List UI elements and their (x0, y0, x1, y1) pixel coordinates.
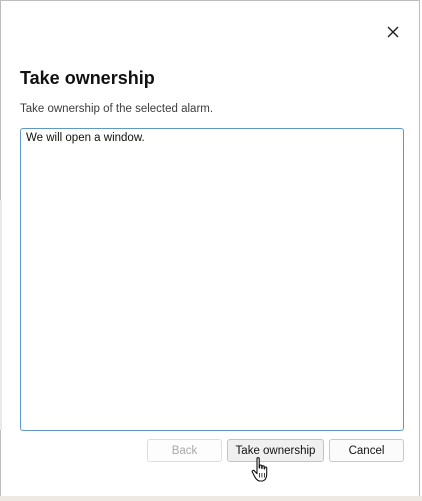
back-button[interactable]: Back (147, 439, 222, 462)
take-ownership-button[interactable]: Take ownership (227, 439, 324, 462)
background-edge (0, 200, 2, 430)
cancel-button[interactable]: Cancel (329, 439, 404, 462)
dialog-title: Take ownership (20, 68, 155, 88)
close-button[interactable] (379, 18, 407, 46)
dialog-subtitle: Take ownership of the selected alarm. (20, 103, 214, 115)
comment-textarea[interactable] (20, 128, 404, 431)
take-ownership-dialog: Take ownership Take ownership of the sel… (0, 0, 420, 498)
close-icon (387, 26, 399, 38)
background-edge-bottom (0, 496, 422, 501)
hand-pointer-icon (250, 456, 272, 484)
